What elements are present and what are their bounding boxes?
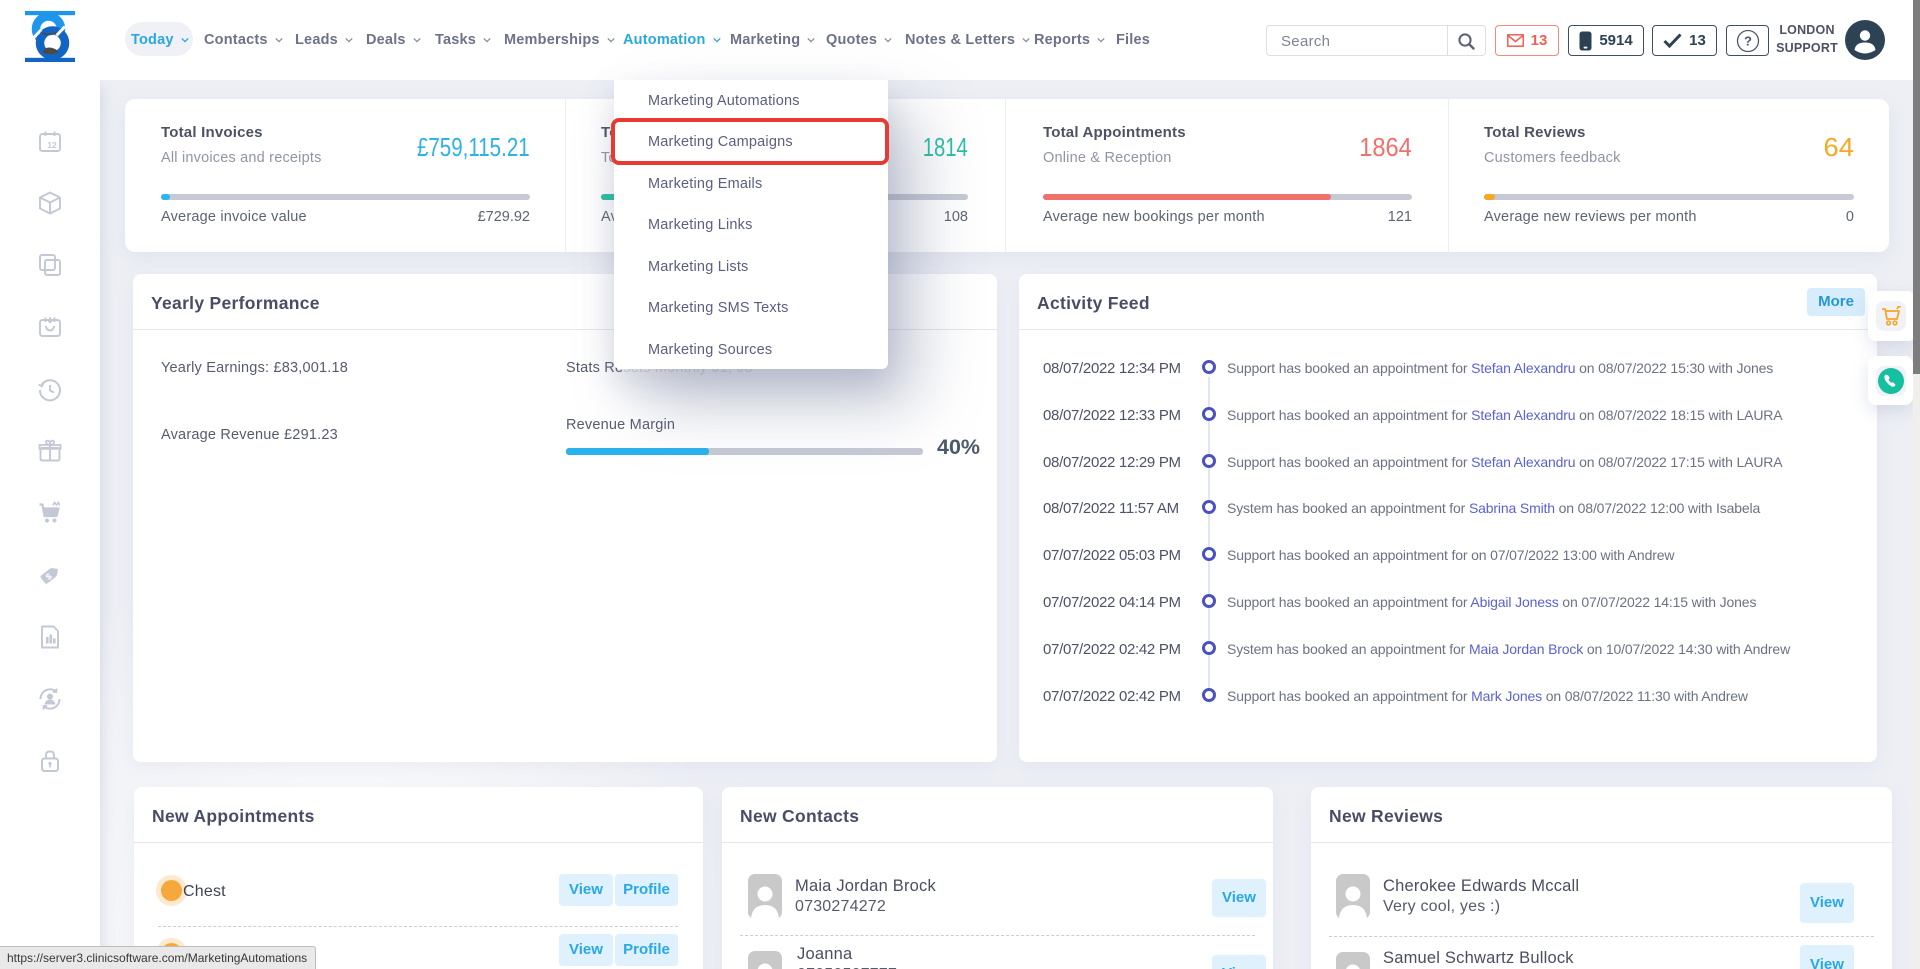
- svg-text:?: ?: [1744, 33, 1752, 48]
- svg-text:12: 12: [47, 140, 57, 150]
